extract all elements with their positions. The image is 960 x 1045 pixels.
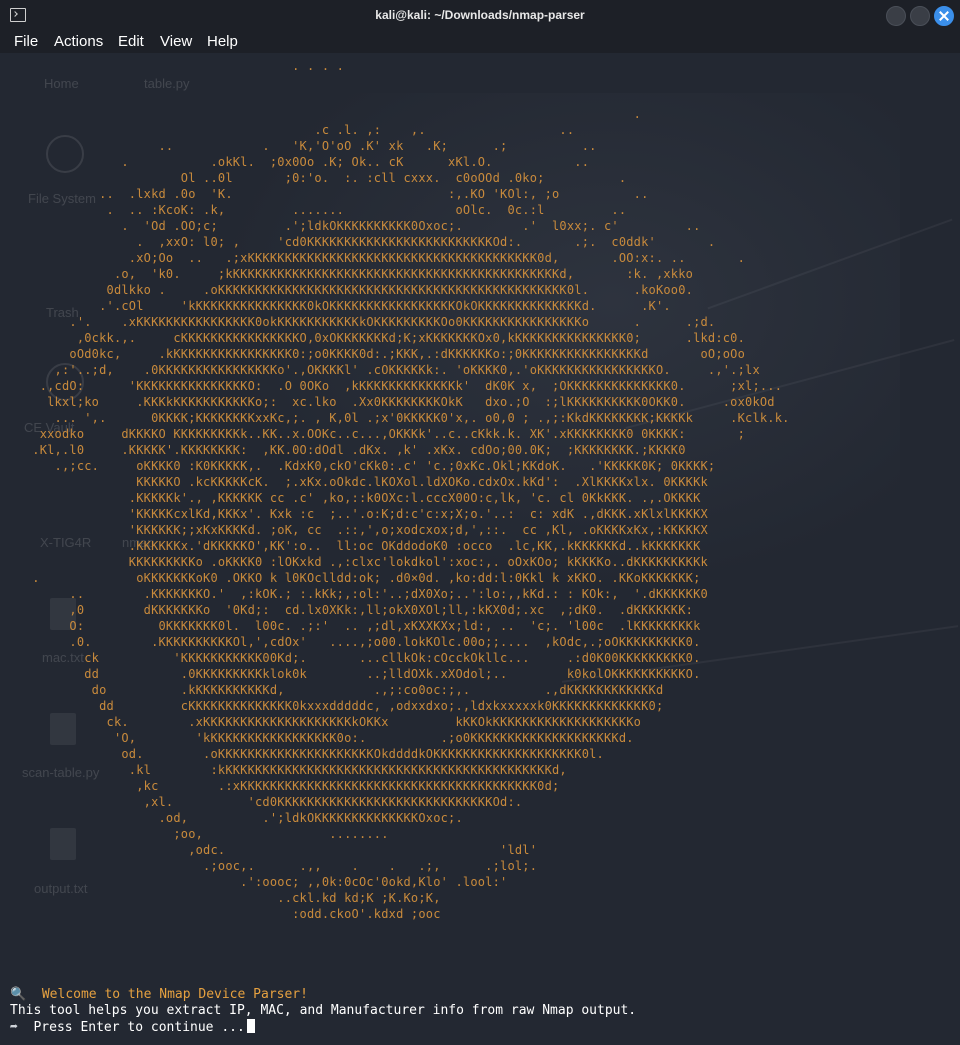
title-bar[interactable]: kali@kali: ~/Downloads/nmap-parser (0, 0, 960, 31)
close-button[interactable] (934, 6, 954, 26)
ascii-art-logo: . . . . . .c .l. ,: ,. .. .. . 'K,'O'oO … (32, 59, 790, 921)
menu-view[interactable]: View (160, 33, 192, 50)
terminal-window: kali@kali: ~/Downloads/nmap-parser File … (0, 0, 960, 1045)
menu-file[interactable]: File (14, 33, 38, 50)
welcome-line: 🔍 Welcome to the Nmap Device Parser! (10, 987, 308, 1003)
terminal-output[interactable]: Home table.py File System Trash CE Vault… (0, 53, 960, 1045)
arrow-icon: ➦ (10, 1020, 18, 1035)
magnifier-icon: 🔍 (10, 987, 27, 1002)
maximize-button[interactable] (910, 6, 930, 26)
menu-bar: File Actions Edit View Help (0, 31, 960, 53)
menu-actions[interactable]: Actions (54, 33, 103, 50)
text-cursor (246, 1019, 255, 1033)
menu-edit[interactable]: Edit (118, 33, 144, 50)
minimize-button[interactable] (886, 6, 906, 26)
menu-help[interactable]: Help (207, 33, 238, 50)
welcome-text: Welcome to the Nmap Device Parser! (41, 987, 308, 1002)
window-title: kali@kali: ~/Downloads/nmap-parser (375, 8, 585, 22)
description-line: This tool helps you extract IP, MAC, and… (10, 1003, 637, 1018)
prompt-text: Press Enter to continue ... (33, 1020, 245, 1035)
prompt-line: ➦ Press Enter to continue ... (10, 1019, 255, 1036)
